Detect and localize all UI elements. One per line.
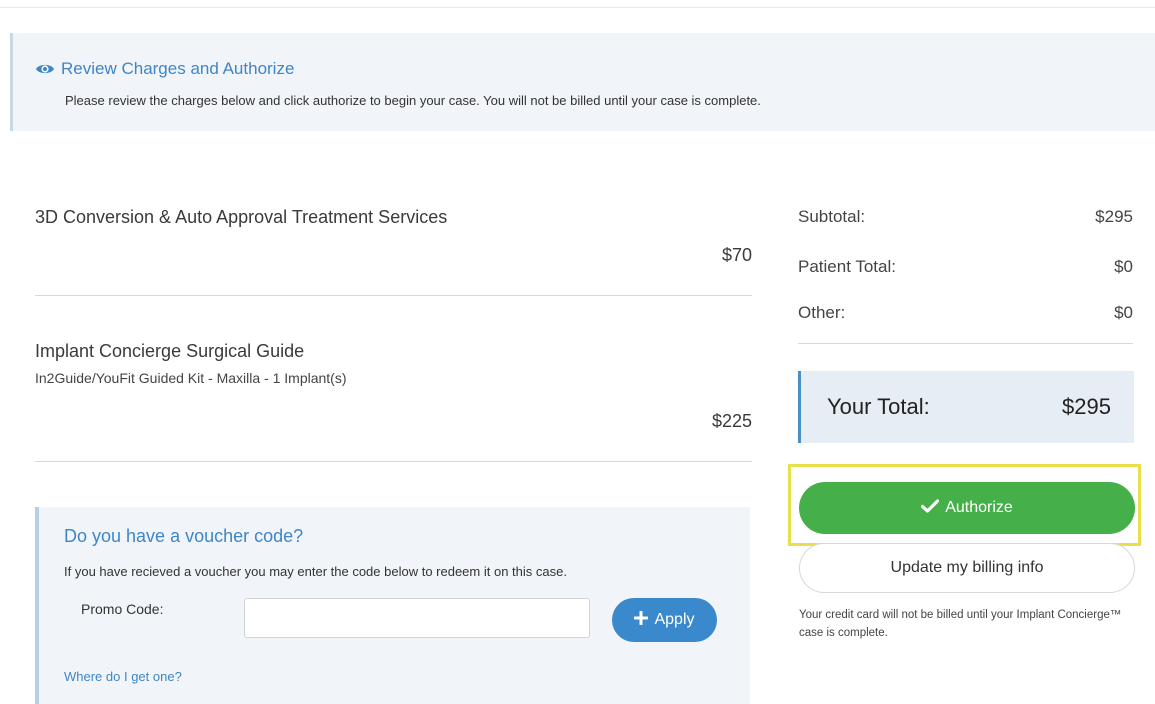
banner-message: Please review the charges below and clic… bbox=[65, 93, 761, 108]
plus-icon bbox=[633, 610, 649, 630]
apply-label: Apply bbox=[654, 611, 695, 628]
other-label: Other: bbox=[798, 303, 846, 322]
voucher-description: If you have recieved a voucher you may e… bbox=[64, 564, 567, 579]
eye-icon bbox=[35, 62, 55, 76]
update-billing-button[interactable]: Update my billing info bbox=[799, 543, 1135, 593]
review-banner: Review Charges and Authorize Please revi… bbox=[10, 33, 1155, 131]
line-item-detail: In2Guide/YouFit Guided Kit - Maxilla - 1… bbox=[35, 370, 347, 386]
other-row: Other: $0 bbox=[798, 303, 1133, 323]
line-item: 3D Conversion & Auto Approval Treatment … bbox=[35, 207, 752, 267]
top-divider bbox=[0, 7, 1155, 8]
banner-title-text: Review Charges and Authorize bbox=[61, 59, 295, 78]
checkmark-icon bbox=[921, 498, 940, 518]
voucher-title: Do you have a voucher code? bbox=[64, 526, 304, 546]
patient-total-row: Patient Total: $0 bbox=[798, 257, 1133, 277]
your-total-label: Your Total: bbox=[827, 394, 930, 419]
where-get-one-link[interactable]: Where do I get one? bbox=[64, 669, 182, 684]
authorize-button[interactable]: Authorize bbox=[799, 482, 1135, 534]
patient-total-label: Patient Total: bbox=[798, 257, 896, 276]
update-billing-label: Update my billing info bbox=[890, 559, 1044, 576]
subtotal-value: $295 bbox=[1095, 207, 1133, 226]
apply-button[interactable]: Apply bbox=[612, 598, 717, 642]
line-item-name: Implant Concierge Surgical Guide bbox=[35, 341, 305, 361]
patient-total-value: $0 bbox=[1114, 257, 1133, 276]
line-item-price: $225 bbox=[711, 411, 752, 431]
promo-code-input[interactable] bbox=[244, 598, 590, 638]
item-divider bbox=[35, 295, 752, 296]
your-total-box: Your Total: $295 bbox=[798, 371, 1134, 443]
line-item-price: $70 bbox=[721, 245, 752, 265]
billing-footnote: Your credit card will not be billed unti… bbox=[799, 609, 1122, 639]
authorize-label: Authorize bbox=[945, 499, 1013, 516]
promo-code-label: Promo Code: bbox=[81, 601, 164, 617]
banner-title: Review Charges and Authorize bbox=[35, 59, 294, 79]
other-value: $0 bbox=[1114, 303, 1133, 322]
subtotal-row: Subtotal: $295 bbox=[798, 207, 1133, 227]
subtotal-label: Subtotal: bbox=[798, 207, 866, 226]
line-item-name: 3D Conversion & Auto Approval Treatment … bbox=[35, 207, 448, 227]
item-divider bbox=[35, 461, 752, 462]
voucher-panel: Do you have a voucher code? If you have … bbox=[35, 507, 750, 704]
summary-divider bbox=[798, 343, 1133, 344]
your-total-value: $295 bbox=[1062, 394, 1111, 419]
line-item: Implant Concierge Surgical Guide In2Guid… bbox=[35, 341, 752, 441]
